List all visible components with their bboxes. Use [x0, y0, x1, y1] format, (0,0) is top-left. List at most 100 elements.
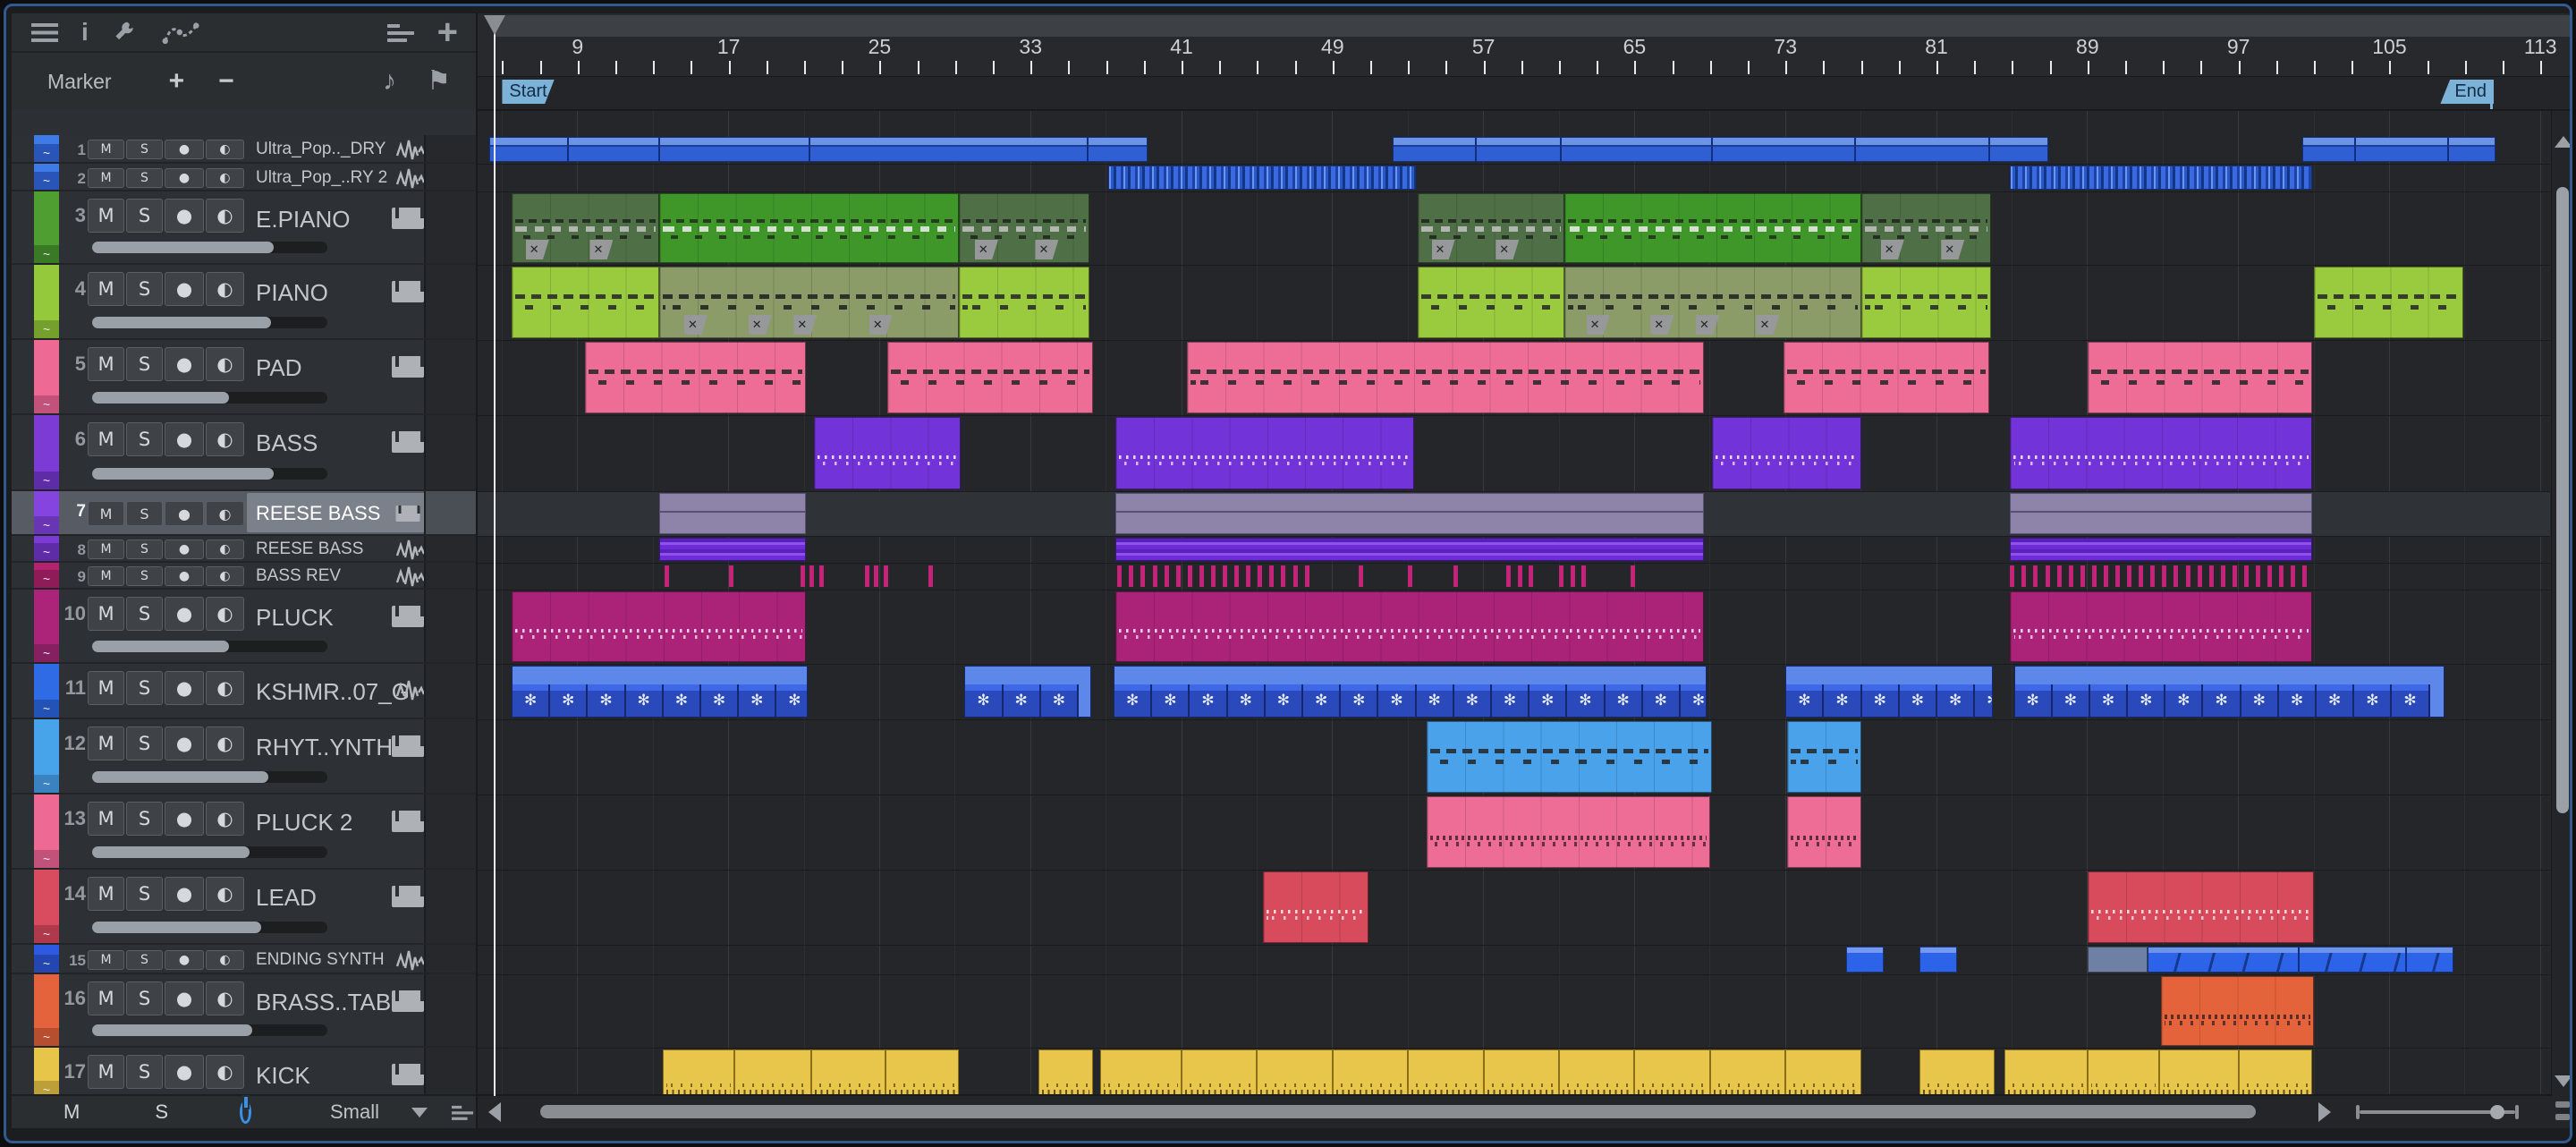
clip[interactable]: [2299, 947, 2407, 973]
audio-slice[interactable]: [1281, 565, 1286, 587]
audio-slice[interactable]: [1570, 565, 1575, 587]
clip[interactable]: ✻ ✻ ✻: [964, 666, 1091, 718]
chevron-down-icon[interactable]: [411, 1107, 428, 1117]
clip[interactable]: [2010, 591, 2312, 662]
audio-slice[interactable]: [1559, 565, 1564, 587]
audio-slice[interactable]: [1258, 565, 1263, 587]
clip[interactable]: [959, 267, 1089, 338]
clip[interactable]: [2238, 1049, 2312, 1096]
volume-fader[interactable]: [92, 1024, 327, 1036]
clip[interactable]: [2314, 267, 2463, 338]
monitor-button[interactable]: ◐: [206, 422, 244, 456]
record-button[interactable]: ●: [165, 199, 204, 233]
track-header-lead[interactable]: ~14 M S ● ◐ LEAD: [12, 870, 476, 945]
note-icon[interactable]: ♪: [383, 68, 396, 95]
monitor-button[interactable]: ◐: [206, 540, 244, 559]
automation-icon[interactable]: ~: [34, 320, 59, 338]
automation-icon[interactable]: ~: [34, 1028, 59, 1046]
track-header-e-piano[interactable]: ~3 M S ● ◐ E.PIANO: [12, 191, 476, 265]
mute-button[interactable]: M: [88, 272, 124, 306]
solo-button[interactable]: S: [126, 347, 163, 381]
clip[interactable]: ✕ ✕: [959, 193, 1089, 263]
audio-slice[interactable]: [2150, 565, 2156, 587]
add-track-icon[interactable]: +: [437, 14, 458, 50]
mute-button[interactable]: M: [88, 422, 124, 456]
record-button[interactable]: ●: [165, 501, 204, 526]
monitor-button[interactable]: ◐: [206, 199, 244, 233]
mute-button[interactable]: M: [88, 726, 124, 760]
audio-slice[interactable]: [2232, 565, 2237, 587]
audio-slice[interactable]: [2174, 565, 2179, 587]
automation-icon[interactable]: ~: [34, 850, 59, 868]
monitor-button[interactable]: ◐: [206, 272, 244, 306]
clip[interactable]: ✕ ✕ ✕ ✕: [658, 267, 960, 338]
global-solo-button[interactable]: S: [155, 1100, 168, 1124]
clip[interactable]: [2010, 493, 2312, 534]
clip[interactable]: [511, 591, 807, 662]
audio-slice[interactable]: [2302, 565, 2308, 587]
clip[interactable]: [885, 1049, 960, 1096]
monitor-button[interactable]: ◐: [206, 802, 244, 836]
playhead-line[interactable]: [494, 17, 496, 1096]
end-marker[interactable]: End: [2440, 80, 2494, 104]
power-icon[interactable]: [240, 1100, 251, 1124]
zoom-slider-handle[interactable]: [2490, 1105, 2504, 1119]
mute-button[interactable]: M: [88, 877, 124, 911]
clip[interactable]: [1262, 871, 1368, 943]
automation-icon[interactable]: ~: [34, 700, 59, 718]
volume-fader[interactable]: [92, 317, 327, 328]
solo-button[interactable]: S: [126, 981, 163, 1015]
audio-slice[interactable]: [1223, 565, 1228, 587]
record-button[interactable]: ●: [165, 540, 204, 559]
audio-slice[interactable]: [1505, 565, 1511, 587]
audio-slice[interactable]: [1234, 565, 1240, 587]
mute-button[interactable]: M: [88, 1055, 124, 1089]
solo-button[interactable]: S: [126, 199, 163, 233]
clip[interactable]: [1100, 1049, 1182, 1096]
audio-slice[interactable]: [800, 565, 805, 587]
record-button[interactable]: ●: [165, 802, 204, 836]
clip[interactable]: [811, 1049, 886, 1096]
remove-marker-button[interactable]: −: [218, 66, 234, 97]
clip[interactable]: [2148, 947, 2300, 973]
clip[interactable]: [511, 267, 659, 338]
track-header-reese-bass[interactable]: ~8 M S ● ◐ REESE BASS: [12, 536, 476, 563]
track-header-piano[interactable]: ~4 M S ● ◐ PIANO: [12, 265, 476, 340]
audio-slice[interactable]: [1631, 565, 1636, 587]
audio-slice[interactable]: [2291, 565, 2296, 587]
solo-button[interactable]: S: [126, 422, 163, 456]
clip[interactable]: [1919, 1049, 1996, 1096]
zoom-slider-right-cap[interactable]: [2515, 1105, 2519, 1119]
playhead-handle[interactable]: [484, 15, 505, 35]
audio-slice[interactable]: [1210, 565, 1216, 587]
audio-slice[interactable]: [874, 565, 879, 587]
automation-icon[interactable]: ~: [34, 955, 59, 973]
clip[interactable]: [1559, 1049, 1635, 1096]
audio-slice[interactable]: [1529, 565, 1534, 587]
audio-slice[interactable]: [2197, 565, 2202, 587]
audio-slice[interactable]: [2279, 565, 2284, 587]
clip[interactable]: [488, 137, 569, 162]
monitor-button[interactable]: ◐: [206, 671, 244, 705]
resize-grip[interactable]: [2555, 1114, 2570, 1120]
monitor-button[interactable]: ◐: [206, 347, 244, 381]
clip[interactable]: [2010, 538, 2312, 561]
clip[interactable]: ✕ ✕ ✕ ✕: [1564, 267, 1861, 338]
audio-slice[interactable]: [883, 565, 888, 587]
clip[interactable]: [568, 137, 659, 162]
horizontal-scrollbar[interactable]: [478, 1094, 2570, 1128]
record-button[interactable]: ●: [165, 597, 204, 631]
automation-icon[interactable]: ~: [34, 395, 59, 413]
audio-slice[interactable]: [2033, 565, 2038, 587]
volume-fader[interactable]: [92, 922, 327, 933]
audio-slice[interactable]: [2021, 565, 2027, 587]
flag-icon[interactable]: ⚑: [427, 68, 451, 95]
record-button[interactable]: ●: [165, 949, 204, 970]
scroll-left-icon[interactable]: [488, 1102, 501, 1122]
clip[interactable]: [1107, 166, 1416, 190]
monitor-button[interactable]: ◐: [206, 566, 244, 586]
clip[interactable]: [1784, 342, 1990, 413]
audio-slice[interactable]: [2080, 565, 2085, 587]
mute-button[interactable]: M: [88, 566, 124, 586]
audio-slice[interactable]: [2208, 565, 2214, 587]
